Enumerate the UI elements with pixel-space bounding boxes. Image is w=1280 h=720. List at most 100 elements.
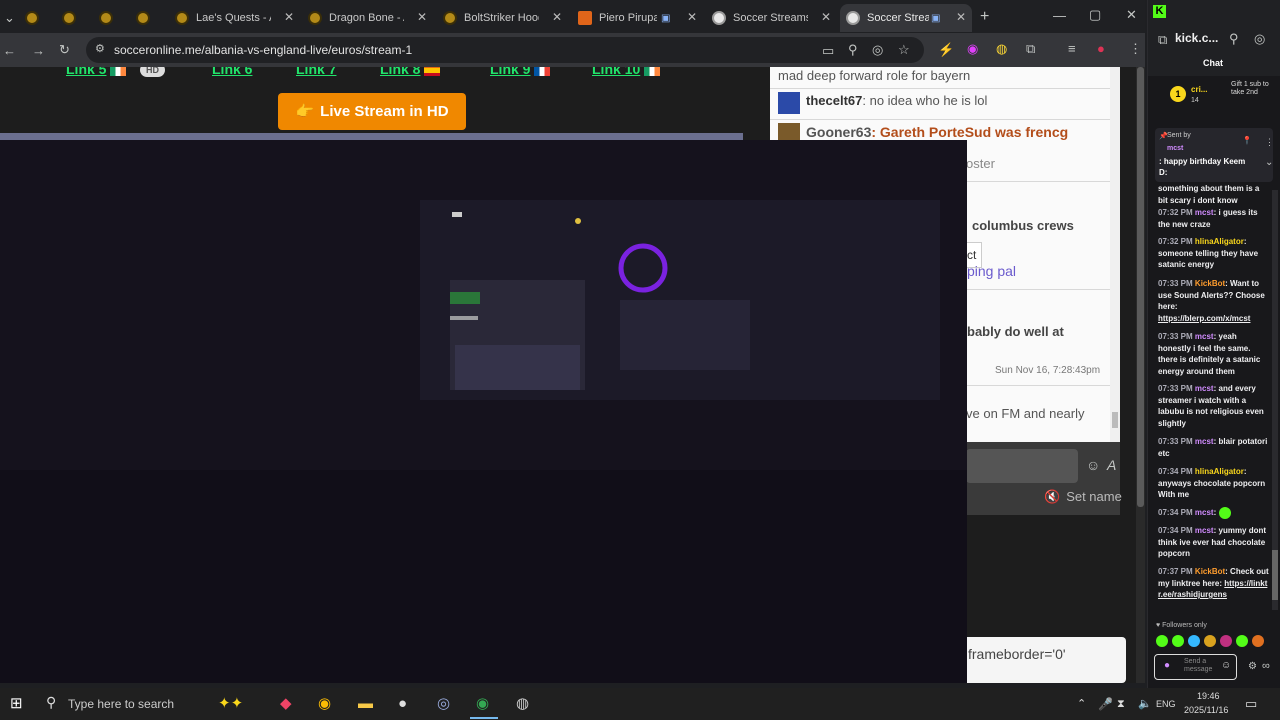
back-icon[interactable]: ← (3, 44, 16, 57)
zoom-icon[interactable]: ⚲ (848, 43, 858, 56)
forward-icon[interactable]: → (32, 44, 45, 57)
send-message-input[interactable]: ● Send a message ☺ (1154, 654, 1237, 680)
extension-icon[interactable]: ◉ (967, 42, 978, 55)
chrome-icon[interactable]: ◉ (318, 696, 331, 712)
input-language[interactable]: ENG (1156, 699, 1176, 709)
clock-date[interactable]: 2025/11/16 (1184, 705, 1228, 715)
taskbar-search-box[interactable]: ⚲ Type here to search (40, 692, 240, 716)
clock-time[interactable]: 19:46 (1197, 691, 1220, 701)
bookmark-star-icon[interactable]: ☆ (898, 43, 910, 56)
more-options-icon[interactable]: ⋮ (1265, 138, 1274, 147)
infinity-icon[interactable]: ∞ (1262, 661, 1270, 672)
tab-close-icon[interactable]: ✕ (417, 10, 427, 24)
tab-close-icon[interactable]: ✕ (821, 10, 831, 24)
chat-message-input[interactable] (966, 449, 1078, 483)
chat-username[interactable]: hlinaAligator (1195, 467, 1244, 476)
reload-icon[interactable]: ↻ (59, 43, 70, 56)
file-explorer-icon[interactable]: ▬ (358, 696, 373, 712)
set-name-button[interactable]: 🔇 Set name (1044, 489, 1122, 505)
browser-tab[interactable]: Lae's Quests - AQ ✕ (170, 4, 300, 32)
emote-icon[interactable] (1220, 635, 1232, 647)
emote-icon[interactable] (1252, 635, 1264, 647)
tab-close-icon[interactable]: ✕ (956, 10, 966, 24)
search-icon[interactable]: ⚲ (1229, 32, 1239, 45)
stream-link[interactable]: Link 10 (592, 67, 661, 77)
menu-dots-icon[interactable]: ⋮ (1129, 42, 1142, 55)
emote-icon[interactable] (1172, 635, 1184, 647)
chat-username[interactable]: mcst (1195, 437, 1214, 446)
notifications-icon[interactable]: ▭ (1245, 696, 1257, 712)
microphone-icon[interactable]: 🎤 (1098, 696, 1113, 712)
taskbar-app-icon[interactable]: ◎ (437, 696, 450, 712)
taskbar-app-icon[interactable]: ◆ (280, 696, 292, 712)
stream-link[interactable]: Link 6 (212, 67, 252, 77)
chat-username[interactable]: mcst (1195, 508, 1214, 517)
address-bar[interactable]: ⚙ socceronline.me/albania-vs-england-liv… (86, 37, 924, 63)
volume-icon[interactable]: 🔈 (1138, 696, 1152, 712)
emote-icon[interactable] (1204, 635, 1216, 647)
browser-tab[interactable] (99, 4, 132, 32)
browser-tab[interactable]: Piero Pirupa | ▣ ✕ (573, 4, 703, 32)
side-scrollbar[interactable] (1272, 190, 1278, 610)
tab-close-icon[interactable]: ✕ (284, 10, 294, 24)
chat-username[interactable]: KickBot (1195, 567, 1225, 576)
emote-icon[interactable] (1236, 635, 1248, 647)
tab-search-chevron-icon[interactable]: ⌄ (4, 11, 15, 24)
profile-avatar-icon[interactable]: ● (1097, 42, 1105, 55)
eye-off-icon[interactable]: ◎ (872, 43, 883, 56)
stream-link[interactable]: Link 8 (380, 67, 441, 77)
browser-tab[interactable] (136, 4, 169, 32)
extension-icon[interactable]: ◍ (996, 42, 1007, 55)
unpin-icon[interactable]: 📍 (1242, 137, 1252, 145)
chat-link[interactable]: https://blerp.com/x/mcst (1158, 314, 1250, 323)
taskbar-app-icon[interactable]: ◍ (516, 696, 529, 712)
show-hidden-icons-icon[interactable]: ⌃ (1077, 696, 1086, 712)
emote-icon[interactable] (1156, 635, 1168, 647)
stream-link[interactable]: Link 7 (296, 67, 336, 77)
close-window-icon[interactable]: ✕ (1126, 8, 1137, 21)
eye-off-icon[interactable]: ◎ (1254, 32, 1265, 45)
settings-icon[interactable]: ⚙ (1248, 662, 1257, 672)
media-control-icon[interactable]: ≡ (1068, 42, 1076, 55)
browser-tab[interactable]: BoltStriker Hood - ✕ (438, 4, 568, 32)
chat-username[interactable]: mcst (1195, 526, 1214, 535)
site-info-icon[interactable]: ⚙ (95, 44, 105, 55)
chat-username[interactable]: hlinaAligator (1195, 237, 1244, 246)
cast-icon[interactable]: ▭ (822, 44, 834, 57)
browser-tab[interactable] (25, 4, 58, 32)
emote-icon[interactable] (1188, 635, 1200, 647)
obs-icon[interactable]: ● (398, 696, 407, 712)
collapse-chevron-icon[interactable]: ⌄ (1265, 158, 1273, 168)
text-format-icon[interactable]: A (1107, 458, 1116, 472)
network-icon[interactable]: ⧗ (1117, 696, 1125, 712)
browser-tab[interactable] (62, 4, 95, 32)
side-menu-icon[interactable]: ⧉ (1158, 33, 1167, 46)
browser-tab[interactable]: Dragon Bone - AQ ✕ (303, 4, 433, 32)
maximize-icon[interactable]: ▢ (1089, 8, 1101, 21)
stream-link[interactable]: Link 9 (490, 67, 551, 77)
chat-username[interactable]: KickBot (1195, 279, 1225, 288)
chat-username[interactable]: mcst (1195, 332, 1214, 341)
browser-tab-active[interactable]: Soccer Stream▣ ✕ (840, 4, 972, 32)
embed-code-text: frameborder='0' (968, 646, 1066, 662)
pinned-label: Sent by (1167, 132, 1191, 139)
extension-icon[interactable]: ⚡ (938, 43, 954, 56)
chat-scrollbar[interactable] (1110, 67, 1120, 442)
page-scrollbar[interactable] (1136, 67, 1145, 683)
chrome-icon[interactable]: ◉ (476, 696, 489, 712)
browser-tab[interactable]: Soccer Streams | V ✕ (707, 4, 837, 32)
tab-close-icon[interactable]: ✕ (552, 10, 562, 24)
tab-close-icon[interactable]: ✕ (687, 10, 697, 24)
extensions-puzzle-icon[interactable]: ⧉ (1026, 42, 1035, 55)
embed-code-box[interactable]: frameborder='0' (960, 637, 1126, 683)
emoji-icon[interactable]: ☺ (1221, 660, 1231, 671)
chat-username[interactable]: mcst (1195, 208, 1214, 217)
new-tab-icon[interactable]: + (980, 9, 989, 25)
live-stream-hd-button[interactable]: 👉 Live Stream in HD (278, 93, 466, 130)
emoji-icon[interactable]: ☺ (1086, 458, 1100, 472)
stream-link[interactable]: Link 5 (66, 67, 127, 77)
windows-start-icon[interactable]: ⊞ (10, 696, 23, 712)
minimize-icon[interactable]: — (1053, 9, 1066, 22)
chat-username[interactable]: mcst (1195, 384, 1214, 393)
video-player[interactable] (0, 140, 967, 683)
